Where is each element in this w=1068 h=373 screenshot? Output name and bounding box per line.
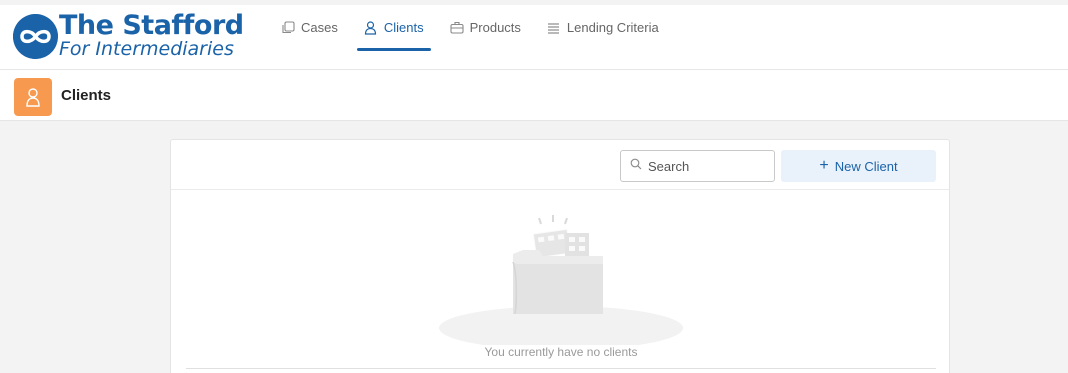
empty-state-message: You currently have no clients [484,345,638,359]
new-client-button-label: New Client [834,158,898,174]
nav-tab-lending-criteria[interactable]: Lending Criteria [538,5,668,50]
nav-tab-cases[interactable]: Cases [272,5,347,50]
infinity-logo-icon [13,14,58,59]
brand-name: The Stafford [59,10,244,41]
clients-toolbar: + New Client [171,140,949,190]
cases-icon [281,21,295,35]
top-navigation-bar: The Stafford For Intermediaries Cases Cl… [0,5,1068,70]
nav-tab-clients[interactable]: Clients [355,5,433,51]
user-icon [14,78,52,116]
nav-tab-products[interactable]: Products [441,5,530,50]
plus-icon: + [819,157,829,174]
search-box[interactable] [620,150,775,182]
new-client-button[interactable]: + New Client [781,150,936,182]
page-title: Clients [61,87,112,104]
nav-tab-cases-label: Cases [301,20,338,35]
user-icon [364,20,378,35]
nav-tab-clients-label: Clients [383,20,424,35]
nav-tab-products-label: Products [469,20,521,35]
page-header: Clients [0,70,1068,121]
list-icon [547,21,561,35]
briefcase-icon [450,21,464,35]
divider [186,368,936,369]
nav-tab-lending-criteria-label: Lending Criteria [566,20,659,35]
empty-folder-icon [429,210,693,350]
clients-panel: + New Client [170,139,950,373]
brand-tagline: For Intermediaries [59,38,234,60]
brand-logo[interactable]: The Stafford For Intermediaries [13,10,253,60]
search-icon [630,157,642,175]
search-input[interactable] [648,158,768,174]
main-nav: Cases Clients Products Lending Criteria [272,5,676,70]
